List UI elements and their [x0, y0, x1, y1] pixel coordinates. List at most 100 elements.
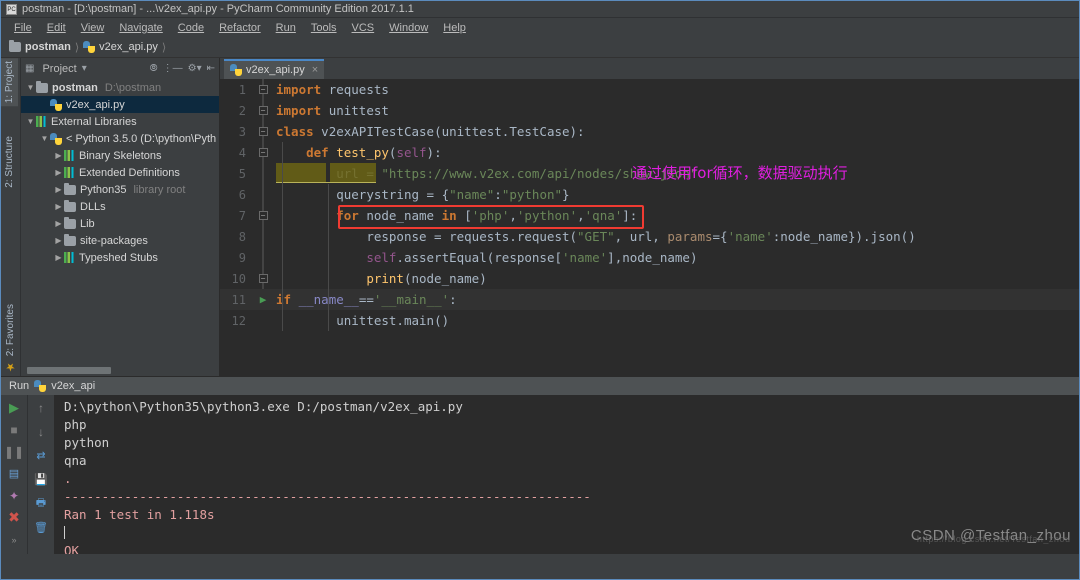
code-line: 8 response = requests.request("GET", url…	[220, 226, 1079, 247]
console-line: OK	[64, 543, 1079, 554]
fold-collapse-icon[interactable]: −	[259, 106, 268, 115]
fold-gutter[interactable]	[252, 247, 274, 268]
breadcrumb-project[interactable]: postman	[9, 41, 73, 53]
soft-wrap-icon[interactable]: ⇄	[34, 448, 49, 463]
close-icon[interactable]: ✖	[7, 510, 22, 525]
pin-icon[interactable]: ✦	[7, 488, 22, 503]
save-output-icon[interactable]: 💾	[34, 472, 49, 487]
fold-collapse-icon[interactable]: −	[259, 211, 268, 220]
tree-item[interactable]: ▶Lib	[21, 215, 219, 232]
run-console-output[interactable]: D:\python\Python35\python3.exe D:/postma…	[54, 395, 1079, 554]
pycharm-window: PC postman - [D:\postman] - ...\v2ex_api…	[0, 0, 1080, 580]
tree-item[interactable]: ▼< Python 3.5.0 (D:\python\Pyth	[21, 130, 219, 147]
fold-gutter[interactable]: −	[252, 79, 274, 100]
stop-icon[interactable]: ■	[7, 422, 22, 437]
fold-collapse-icon[interactable]: −	[259, 148, 268, 157]
tree-item[interactable]: ▶site-packages	[21, 232, 219, 249]
tree-expand-arrow-icon[interactable]: ▶	[53, 219, 64, 228]
menu-navigate[interactable]: Navigate	[112, 21, 169, 35]
fold-collapse-icon[interactable]: −	[259, 85, 268, 94]
menu-tools[interactable]: Tools	[304, 21, 344, 35]
rerun-failed-icon[interactable]: ▤	[7, 466, 22, 481]
collapse-all-icon[interactable]: ⋮—	[163, 64, 183, 74]
tree-expand-arrow-icon[interactable]: ▼	[25, 83, 36, 92]
tree-expand-arrow-icon[interactable]: ▶	[53, 168, 64, 177]
sidebar-tab-favorites[interactable]: ★ 2: Favorites	[1, 301, 20, 376]
fold-gutter[interactable]	[252, 310, 274, 331]
fold-gutter[interactable]: −	[252, 205, 274, 226]
tree-item[interactable]: ▶Binary Skeletons	[21, 147, 219, 164]
menu-view[interactable]: View	[74, 21, 112, 35]
tree-expand-arrow-icon[interactable]: ▶	[53, 185, 64, 194]
code-line: 3−class v2exAPITestCase(unittest.TestCas…	[220, 121, 1079, 142]
line-number: 2	[220, 104, 252, 118]
menu-vcs[interactable]: VCS	[345, 21, 382, 35]
code-text: def test_py(self):	[274, 145, 442, 160]
menu-refactor[interactable]: Refactor	[212, 21, 268, 35]
menu-run[interactable]: Run	[269, 21, 303, 35]
clear-all-icon[interactable]: 🗑	[34, 520, 49, 535]
more-icon[interactable]: »	[7, 532, 22, 547]
tree-item[interactable]: v2ex_api.py	[21, 96, 219, 113]
tree-item[interactable]: ▶Typeshed Stubs	[21, 249, 219, 266]
menu-help[interactable]: Help	[436, 21, 473, 35]
console-line: python	[64, 435, 1079, 453]
sidebar-tab-structure[interactable]: 2: Structure	[1, 133, 18, 191]
line-number: 1	[220, 83, 252, 97]
tree-expand-arrow-icon[interactable]: ▶	[53, 253, 64, 262]
fold-gutter[interactable]: −	[252, 142, 274, 163]
tree-expand-arrow-icon[interactable]: ▼	[25, 117, 36, 126]
menu-window[interactable]: Window	[382, 21, 435, 35]
fold-gutter[interactable]	[252, 226, 274, 247]
menu-edit[interactable]: Edit	[40, 21, 73, 35]
close-icon[interactable]: ×	[312, 64, 318, 76]
project-hscrollbar-thumb[interactable]	[27, 367, 111, 374]
code-line: 1−import requests	[220, 79, 1079, 100]
gear-icon[interactable]: ⚙▾	[188, 64, 202, 74]
scroll-down-icon[interactable]: ↓	[34, 424, 49, 439]
project-hscrollbar[interactable]	[21, 365, 219, 376]
print-icon[interactable]: 🖶	[34, 496, 49, 511]
tree-expand-arrow-icon[interactable]: ▶	[53, 236, 64, 245]
fold-gutter[interactable]: ▶	[252, 289, 274, 310]
fold-gutter[interactable]: −	[252, 268, 274, 289]
sidebar-tab-project[interactable]: 1: Project	[1, 58, 18, 106]
scroll-up-icon[interactable]: ↑	[34, 400, 49, 415]
fold-gutter[interactable]	[252, 184, 274, 205]
run-toolbar-left: ▶ ■ ❚❚ ▤ ✦ ✖ »	[1, 395, 28, 554]
project-tree[interactable]: ▼postmanD:\postmanv2ex_api.py▼External L…	[21, 79, 219, 365]
breadcrumb-separator-icon-2: ⟩	[162, 41, 166, 54]
tree-expand-arrow-icon[interactable]: ▼	[39, 134, 50, 143]
folder-icon	[64, 185, 76, 195]
breadcrumb-file[interactable]: v2ex_api.py	[83, 41, 160, 53]
fold-gutter[interactable]: −	[252, 121, 274, 142]
fold-guide-line	[263, 247, 264, 268]
menu-code[interactable]: Code	[171, 21, 211, 35]
fold-collapse-icon[interactable]: −	[259, 127, 268, 136]
fold-gutter[interactable]	[252, 163, 274, 184]
menu-file[interactable]: File	[7, 21, 39, 35]
fold-gutter[interactable]: −	[252, 100, 274, 121]
tree-expand-arrow-icon[interactable]: ▶	[53, 151, 64, 160]
tree-item[interactable]: ▼External Libraries	[21, 113, 219, 130]
code-text: response = requests.request("GET", url, …	[274, 229, 916, 244]
console-line: php	[64, 417, 1079, 435]
tab-v2ex-api-py[interactable]: v2ex_api.py ×	[224, 59, 324, 79]
scroll-from-source-icon[interactable]: ⦾	[150, 64, 158, 74]
code-editor[interactable]: 1−import requests2−import unittest3−clas…	[220, 79, 1079, 376]
tree-item[interactable]: ▶DLLs	[21, 198, 219, 215]
tree-item[interactable]: ▼postmanD:\postman	[21, 79, 219, 96]
project-toolbar: ▦ Project ▾ ⦾ ⋮— ⚙▾ ⇤	[21, 58, 219, 79]
status-bar	[1, 554, 1079, 559]
fold-collapse-icon[interactable]: −	[259, 274, 268, 283]
tree-item[interactable]: ▶Python35library root	[21, 181, 219, 198]
tree-expand-arrow-icon[interactable]: ▶	[53, 202, 64, 211]
run-icon[interactable]: ▶	[7, 400, 22, 415]
run-gutter-icon[interactable]: ▶	[260, 293, 267, 306]
pause-icon[interactable]: ❚❚	[7, 444, 22, 459]
python-file-icon	[34, 380, 46, 392]
hide-panel-icon[interactable]: ⇤	[207, 64, 215, 74]
code-text: import unittest	[274, 103, 389, 118]
tree-item[interactable]: ▶Extended Definitions	[21, 164, 219, 181]
chevron-down-icon[interactable]: ▾	[82, 64, 87, 74]
